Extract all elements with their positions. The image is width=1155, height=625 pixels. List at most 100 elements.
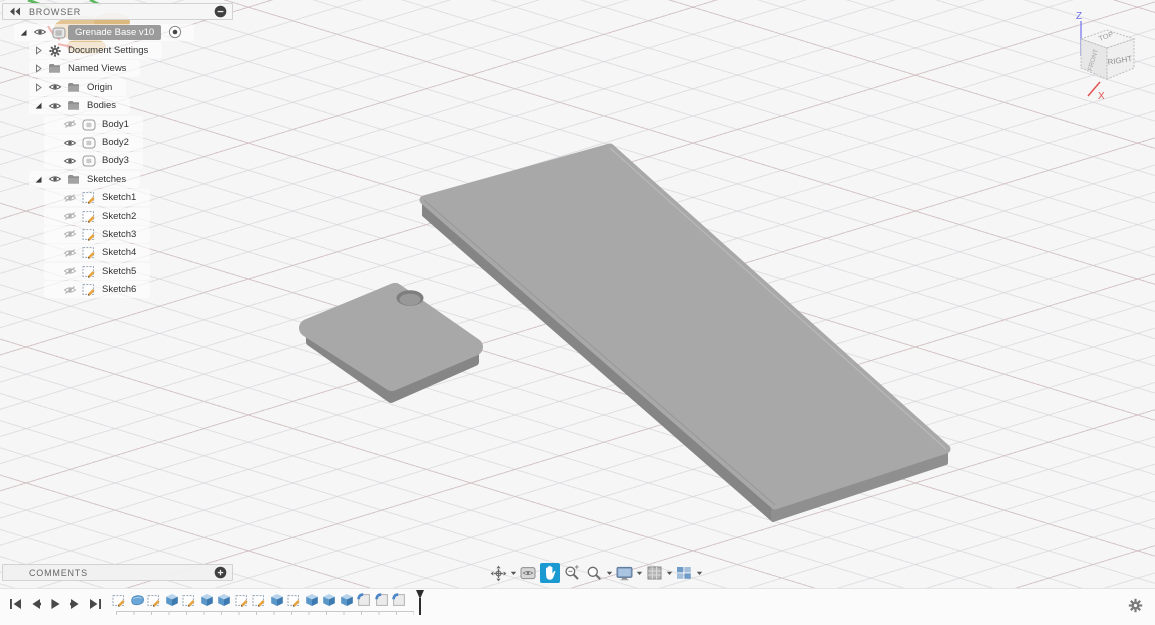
viewports-dropdown-caret[interactable] bbox=[695, 563, 703, 583]
tree-item-sketch3[interactable]: Sketch3 bbox=[2, 225, 242, 243]
tree-item-sketch4[interactable]: Sketch4 bbox=[2, 244, 242, 262]
timeline-settings-gear-icon[interactable] bbox=[1128, 598, 1143, 618]
tree-item-label[interactable]: Grenade Base v10 bbox=[68, 24, 162, 40]
look-at-button[interactable] bbox=[518, 563, 538, 583]
display-settings-dropdown-caret[interactable] bbox=[635, 563, 643, 583]
timeline-feature-fillet-15[interactable] bbox=[357, 593, 371, 607]
eye-off-icon[interactable] bbox=[60, 248, 79, 258]
tree-item-grenade-base-v10[interactable]: Grenade Base v10 bbox=[2, 23, 242, 41]
body-icon bbox=[79, 118, 98, 131]
eye-icon[interactable] bbox=[45, 174, 64, 184]
timeline-feature-extrude-7[interactable] bbox=[217, 593, 231, 607]
timeline-feature-form-2[interactable] bbox=[130, 593, 144, 607]
fit-button[interactable] bbox=[584, 563, 604, 583]
zoom-button[interactable] bbox=[562, 563, 582, 583]
viewports-button[interactable] bbox=[674, 563, 694, 583]
expander-icon[interactable] bbox=[31, 175, 45, 184]
collapse-panel-icon[interactable] bbox=[9, 7, 21, 16]
timeline-feature-sketch-3[interactable] bbox=[147, 593, 161, 607]
go-to-start-button[interactable] bbox=[8, 597, 22, 611]
tree-item-sketches[interactable]: Sketches bbox=[2, 170, 242, 188]
z-axis-label: Z bbox=[1076, 11, 1082, 22]
timeline-feature-sketch-11[interactable] bbox=[287, 593, 301, 607]
tree-item-label[interactable]: Bodies bbox=[83, 99, 120, 112]
timeline-feature-sketch-8[interactable] bbox=[235, 593, 249, 607]
body-small-plate[interactable] bbox=[299, 283, 483, 403]
tree-item-label[interactable]: Sketch1 bbox=[98, 191, 140, 204]
eye-off-icon[interactable] bbox=[60, 211, 79, 221]
eye-off-icon[interactable] bbox=[60, 193, 79, 203]
tree-item-label[interactable]: Named Views bbox=[64, 62, 130, 75]
timeline-playhead[interactable] bbox=[413, 590, 427, 616]
display-settings-button[interactable] bbox=[614, 563, 634, 583]
pan-button[interactable] bbox=[540, 563, 560, 583]
timeline-feature-extrude-10[interactable] bbox=[270, 593, 284, 607]
minimize-panel-icon[interactable] bbox=[214, 5, 227, 18]
grid-and-snaps-button[interactable] bbox=[644, 563, 664, 583]
eye-off-icon[interactable] bbox=[60, 285, 79, 295]
expand-comments-icon[interactable] bbox=[214, 566, 227, 579]
view-cube-body[interactable]: TOP RIGHT FRONT bbox=[1079, 29, 1136, 80]
tree-item-sketch2[interactable]: Sketch2 bbox=[2, 207, 242, 225]
step-forward-button[interactable] bbox=[68, 597, 82, 611]
tree-item-sketch5[interactable]: Sketch5 bbox=[2, 262, 242, 280]
tree-item-label[interactable]: Sketch6 bbox=[98, 283, 140, 296]
eye-icon[interactable] bbox=[45, 82, 64, 92]
timeline-feature-sketch-5[interactable] bbox=[182, 593, 196, 607]
eye-off-icon[interactable] bbox=[60, 119, 79, 129]
eye-icon[interactable] bbox=[60, 138, 79, 148]
expander-icon[interactable] bbox=[31, 101, 45, 110]
eye-icon[interactable] bbox=[45, 101, 64, 111]
tree-item-document-settings[interactable]: Document Settings bbox=[2, 41, 242, 60]
tree-item-label[interactable]: Body3 bbox=[98, 154, 133, 167]
timeline-feature-extrude-6[interactable] bbox=[200, 593, 214, 607]
eye-off-icon[interactable] bbox=[60, 266, 79, 276]
tree-item-sketch1[interactable]: Sketch1 bbox=[2, 189, 242, 207]
timeline-ruler bbox=[116, 611, 414, 615]
expander-icon[interactable] bbox=[16, 28, 30, 37]
tree-item-label[interactable]: Body1 bbox=[98, 118, 133, 131]
comments-panel-header[interactable]: COMMENTS bbox=[2, 564, 233, 581]
tree-item-label[interactable]: Sketch2 bbox=[98, 210, 140, 223]
activate-component-radio[interactable] bbox=[165, 25, 184, 39]
timeline-feature-extrude-4[interactable] bbox=[165, 593, 179, 607]
timeline-feature-extrude-13[interactable] bbox=[322, 593, 336, 607]
tree-item-sketch6[interactable]: Sketch6 bbox=[2, 280, 242, 299]
tree-item-label[interactable]: Sketch4 bbox=[98, 246, 140, 259]
step-back-button[interactable] bbox=[28, 597, 42, 611]
eye-icon[interactable] bbox=[30, 27, 49, 37]
tree-item-label[interactable]: Sketch3 bbox=[98, 228, 140, 241]
tree-item-label[interactable]: Sketch5 bbox=[98, 265, 140, 278]
tree-item-named-views[interactable]: Named Views bbox=[2, 60, 242, 78]
timeline-feature-sketch-9[interactable] bbox=[252, 593, 266, 607]
eye-off-icon[interactable] bbox=[60, 229, 79, 239]
tree-item-label[interactable]: Document Settings bbox=[64, 44, 152, 57]
tree-item-body1[interactable]: Body1 bbox=[2, 115, 242, 133]
tree-item-label[interactable]: Sketches bbox=[83, 173, 130, 186]
view-cube[interactable]: Z TOP RIGHT FRONT X bbox=[1060, 6, 1148, 102]
tree-item-body2[interactable]: Body2 bbox=[2, 133, 242, 152]
timeline-feature-sketch-1[interactable] bbox=[112, 593, 126, 607]
sketch-icon bbox=[79, 191, 98, 204]
tree-item-body3[interactable]: Body3 bbox=[2, 152, 242, 170]
browser-panel-header[interactable]: BROWSER bbox=[2, 3, 233, 20]
play-button[interactable] bbox=[48, 597, 62, 611]
expander-icon[interactable] bbox=[31, 46, 45, 55]
go-to-end-button[interactable] bbox=[88, 597, 102, 611]
timeline-feature-extrude-12[interactable] bbox=[305, 593, 319, 607]
timeline-feature-extrude-14[interactable] bbox=[340, 593, 354, 607]
orbit-button[interactable] bbox=[488, 563, 508, 583]
timeline-feature-fillet-17[interactable] bbox=[392, 593, 406, 607]
expander-icon[interactable] bbox=[31, 64, 45, 74]
orbit-dropdown-caret[interactable] bbox=[509, 563, 517, 583]
tree-item-label[interactable]: Body2 bbox=[98, 136, 133, 149]
grid-and-snaps-dropdown-caret[interactable] bbox=[665, 563, 673, 583]
timeline-feature-fillet-16[interactable] bbox=[374, 593, 389, 607]
eye-icon[interactable] bbox=[60, 156, 79, 166]
tree-item-bodies[interactable]: Bodies bbox=[2, 97, 242, 115]
tree-item-label[interactable]: Origin bbox=[83, 81, 116, 94]
expander-icon[interactable] bbox=[31, 83, 45, 92]
body-large-plate[interactable] bbox=[419, 143, 951, 522]
fit-dropdown-caret[interactable] bbox=[605, 563, 613, 583]
tree-item-origin[interactable]: Origin bbox=[2, 78, 242, 96]
